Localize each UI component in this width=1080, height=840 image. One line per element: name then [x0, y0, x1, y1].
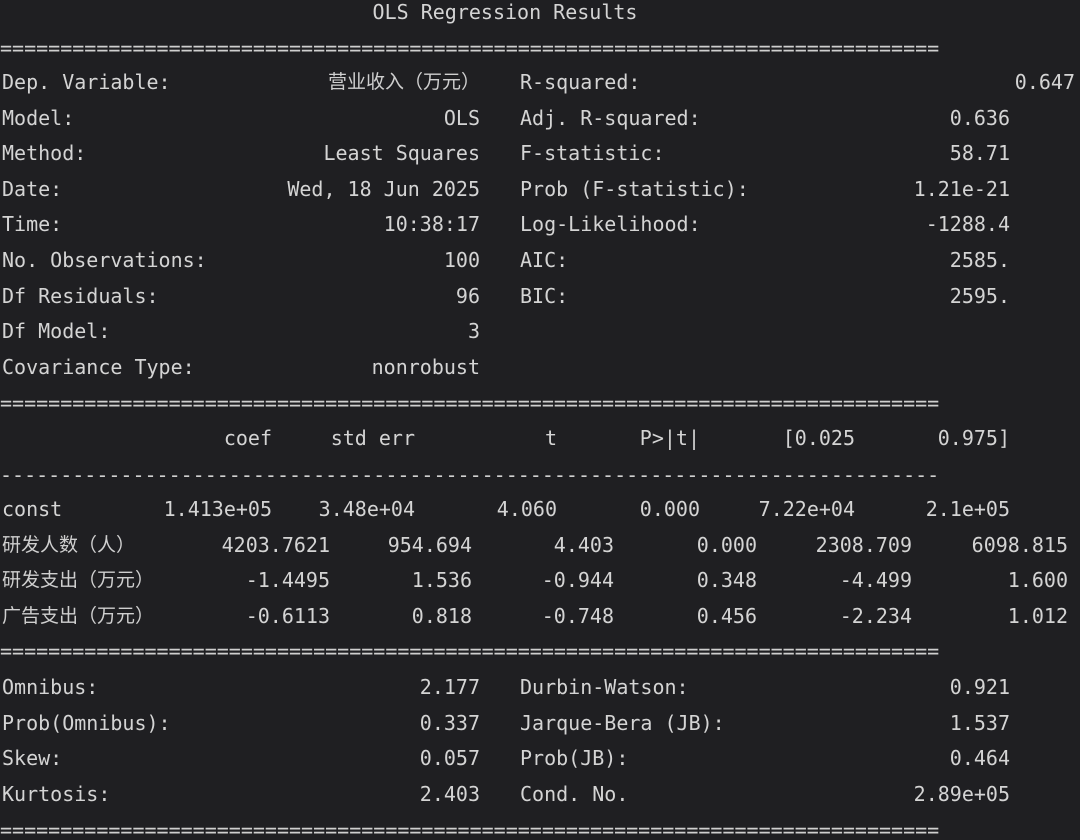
page-title: OLS Regression Results — [372, 0, 638, 24]
separator-double: ========================================… — [0, 820, 940, 840]
stat-value: 2.89e+05 — [913, 781, 1010, 806]
separator-double: ========================================… — [0, 38, 940, 58]
stat-value: 58.71 — [949, 141, 1010, 166]
stat-value: 2585. — [949, 248, 1010, 272]
stat-value: -1288.4 — [925, 212, 1010, 237]
stat-value: nonrobust — [371, 354, 480, 379]
coef-column-header: 0.975] — [937, 426, 1010, 450]
stat-value: 0.636 — [949, 105, 1010, 130]
coef-value: 6098.815 — [971, 532, 1068, 557]
stat-value: 2595. — [949, 283, 1010, 308]
stat-value: 0.464 — [949, 746, 1010, 771]
coef-value: 2.1e+05 — [925, 497, 1010, 521]
stat-value: 0.921 — [949, 675, 1010, 699]
coef-value: 1.600 — [1007, 568, 1068, 593]
coef-value: 1.012 — [1007, 603, 1068, 628]
separator-single: ----------------------------------------… — [0, 465, 940, 485]
separator-double: ========================================… — [0, 393, 940, 413]
stat-value: 0.647 — [1014, 70, 1075, 94]
stat-value: 3 — [467, 319, 480, 344]
stat-value: 1.537 — [949, 710, 1010, 735]
separator-double: ========================================… — [0, 641, 940, 661]
stat-value: 1.21e-21 — [913, 176, 1010, 201]
